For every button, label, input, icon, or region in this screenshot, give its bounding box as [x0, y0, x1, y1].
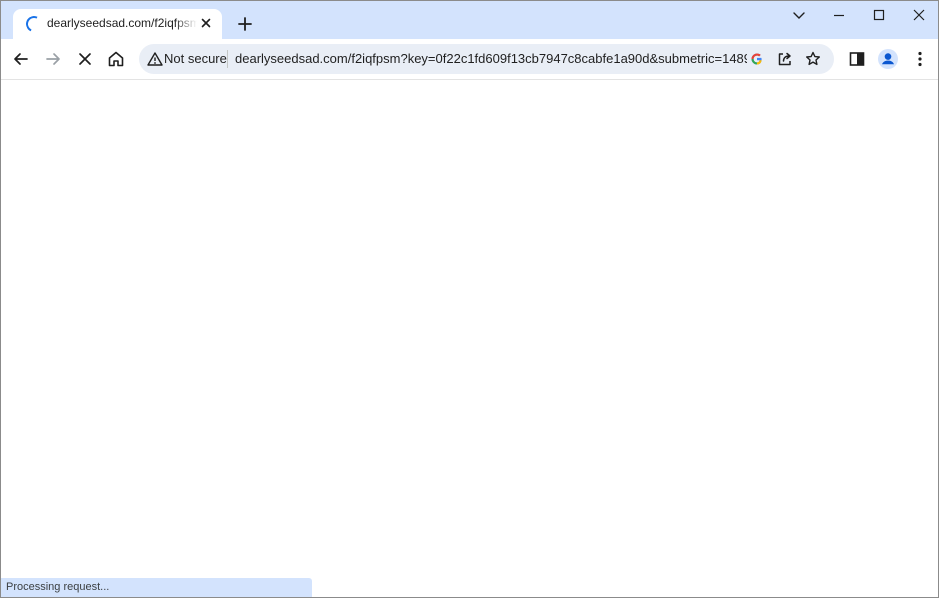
home-button[interactable]	[105, 48, 127, 70]
minimize-button[interactable]	[824, 5, 854, 27]
close-window-button[interactable]	[904, 5, 934, 27]
status-bubble: Processing request...	[1, 578, 312, 597]
minimize-icon	[834, 14, 844, 17]
status-text: Processing request...	[6, 581, 110, 593]
home-icon	[108, 51, 124, 67]
profile-button[interactable]	[877, 48, 899, 70]
menu-button[interactable]	[909, 48, 931, 70]
new-tab-button[interactable]	[233, 12, 257, 36]
forward-arrow-icon	[46, 53, 60, 65]
security-chip-label[interactable]: Not secure	[164, 51, 227, 66]
plus-icon	[238, 17, 252, 31]
star-icon[interactable]	[804, 50, 822, 68]
maximize-icon	[873, 9, 885, 21]
chevron-down-icon	[793, 12, 805, 19]
stop-loading-icon	[79, 53, 91, 65]
back-arrow-icon	[14, 53, 28, 65]
forward-button[interactable]	[42, 48, 64, 70]
stop-loading-button[interactable]	[74, 48, 96, 70]
side-panel-button[interactable]	[846, 48, 868, 70]
tab-strip: dearlyseedsad.com/f2iqfpsm?key=0f22c1fd6…	[1, 1, 938, 39]
toolbar: Not secure dearlyseedsad.com/f2iqfpsm?ke…	[1, 39, 938, 80]
url-text[interactable]: dearlyseedsad.com/f2iqfpsm?key=0f22c1fd6…	[235, 51, 747, 66]
back-button[interactable]	[10, 48, 32, 70]
tab-title: dearlyseedsad.com/f2iqfpsm?key=0f22c1fd6…	[47, 16, 197, 30]
tab-close-icon[interactable]	[198, 15, 214, 31]
kebab-menu-icon	[918, 51, 922, 67]
warning-triangle-icon[interactable]	[147, 51, 163, 67]
tab-search-button[interactable]	[784, 5, 814, 27]
maximize-button[interactable]	[864, 5, 894, 27]
profile-avatar-icon	[878, 49, 898, 69]
address-bar[interactable]: Not secure dearlyseedsad.com/f2iqfpsm?ke…	[139, 44, 834, 74]
omnibox-divider	[227, 50, 228, 68]
loading-spinner-icon	[23, 13, 45, 35]
side-panel-icon	[849, 52, 865, 66]
share-icon[interactable]	[776, 50, 794, 68]
close-icon	[913, 9, 925, 21]
google-icon[interactable]	[748, 50, 766, 68]
browser-window: dearlyseedsad.com/f2iqfpsm?key=0f22c1fd6…	[0, 0, 939, 598]
active-tab[interactable]: dearlyseedsad.com/f2iqfpsm?key=0f22c1fd6…	[13, 9, 222, 39]
page-content	[1, 80, 938, 597]
